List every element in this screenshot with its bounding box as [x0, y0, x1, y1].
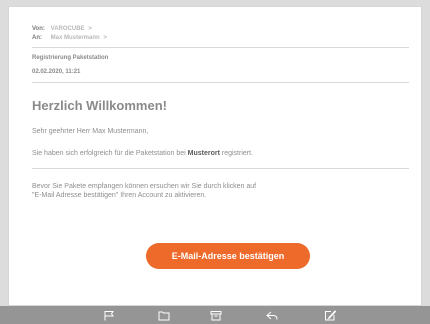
from-sender[interactable]: VAROCUBE — [51, 26, 85, 32]
reply-icon[interactable] — [266, 310, 278, 321]
folder-icon[interactable] — [158, 310, 170, 321]
to-chevron-icon[interactable]: > — [103, 35, 107, 41]
to-recipient[interactable]: Max Mustermann — [51, 35, 100, 41]
compose-icon[interactable] — [324, 310, 336, 321]
station-location: Musterort — [187, 150, 220, 157]
email-date: 02.02.2020, 11:21 — [32, 69, 81, 75]
confirm-instructions-line1: Bevor Sie Pakete empfangen können ersuch… — [32, 183, 257, 190]
greeting-heading: Herzlich Willkommen! — [32, 98, 167, 113]
from-label: Von: — [32, 26, 45, 32]
registration-text: Sie haben sich erfolgreich für die Paket… — [32, 149, 409, 158]
archive-icon[interactable] — [210, 310, 222, 321]
to-label: An: — [32, 35, 42, 41]
divider — [32, 168, 409, 169]
email-content: Von: VAROCUBE > An: Max Mustermann > Reg… — [32, 25, 409, 200]
registration-text-pre: Sie haben sich erfolgreich für die Paket… — [32, 150, 188, 157]
from-row: Von: VAROCUBE > — [32, 25, 409, 34]
email-window: Von: VAROCUBE > An: Max Mustermann > Reg… — [8, 6, 422, 306]
bottom-toolbar — [0, 306, 430, 324]
confirm-email-button[interactable]: E-Mail-Adresse bestätigen — [146, 243, 310, 269]
email-subject: Registrierung Paketstation — [32, 55, 109, 61]
registration-text-post: registriert. — [219, 150, 253, 157]
divider — [32, 82, 409, 83]
divider — [32, 47, 409, 48]
confirm-instructions-line2: "E-Mail Adresse bestätigen" Ihren Accoun… — [32, 192, 207, 199]
salutation-text: Sehr geehrter Herr Max Mustermann, — [32, 128, 149, 135]
to-row: An: Max Mustermann > — [32, 34, 409, 43]
flag-icon[interactable] — [103, 310, 115, 321]
from-chevron-icon[interactable]: > — [88, 26, 92, 32]
